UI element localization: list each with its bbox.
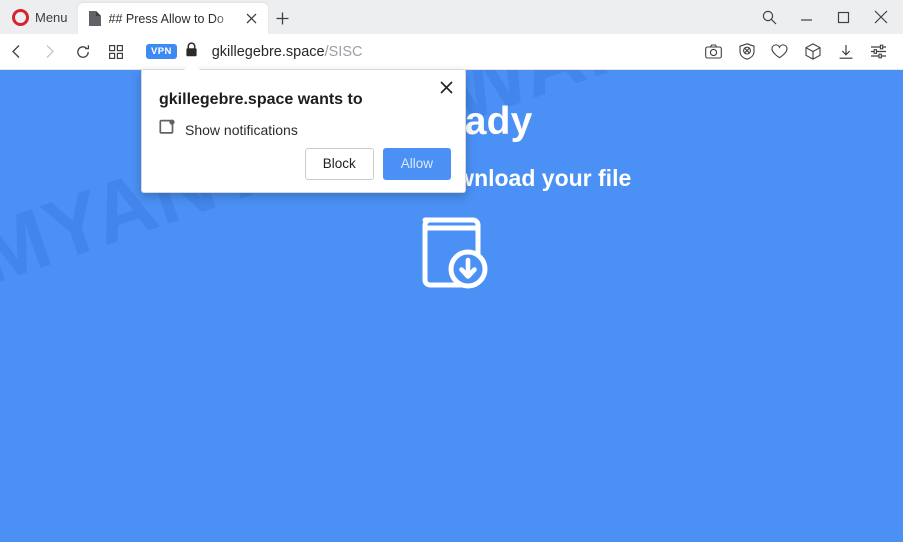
cube-icon[interactable] [796,34,829,70]
window-close-icon[interactable] [862,0,899,34]
browser-tab[interactable]: ## Press Allow to Do [77,3,268,34]
dialog-close-icon[interactable] [435,76,457,98]
allow-button[interactable]: Allow [382,148,451,180]
window-controls [751,0,903,34]
navigation-bar: VPN gkillegebre.space/SISC [0,34,903,70]
url-path: /SISC [324,43,363,60]
dialog-pointer-arrow [184,63,200,70]
opera-menu-button[interactable]: Menu [0,0,78,34]
opera-menu-label: Menu [35,9,68,25]
page-favicon-icon [88,11,101,26]
block-button[interactable]: Block [304,148,374,180]
toolbar-icons [697,34,903,70]
maximize-icon[interactable] [825,0,862,34]
download-icon[interactable] [829,34,862,70]
camera-icon[interactable] [697,34,730,70]
tab-bar: Menu ## Press Allow to Do [0,0,903,34]
show-notifications-icon [159,119,175,140]
opera-logo-icon [12,8,29,26]
permission-row: Show notifications [142,109,465,140]
dialog-actions: Block Allow [304,148,451,180]
tab-close-icon[interactable] [242,9,262,29]
minimize-icon[interactable] [788,0,825,34]
heart-icon[interactable] [763,34,796,70]
ad-blocker-shield-icon[interactable] [730,34,763,70]
book-download-icon [0,214,903,292]
dialog-title: gkillegebre.space wants to [159,91,363,108]
url-domain: gkillegebre.space [211,43,325,60]
speed-dial-button[interactable] [99,34,132,70]
address-bar[interactable]: VPN gkillegebre.space/SISC [146,41,697,62]
new-tab-button[interactable] [268,3,298,34]
vpn-badge[interactable]: VPN [146,43,177,60]
easy-setup-sliders-icon[interactable] [862,34,895,70]
tab-title: ## Press Allow to Do [108,11,224,26]
notification-permission-dialog: gkillegebre.space wants to Show notifica… [141,63,466,193]
permission-label: Show notifications [185,121,298,138]
browser-window: Menu ## Press Allow to Do VPN gkillegebr… [0,0,903,542]
url-text[interactable]: gkillegebre.space/SISC [212,44,363,60]
search-icon[interactable] [751,0,788,34]
forward-button[interactable] [33,34,66,70]
lock-icon[interactable] [185,41,198,62]
reload-button[interactable] [66,34,99,70]
back-button[interactable] [0,34,33,70]
